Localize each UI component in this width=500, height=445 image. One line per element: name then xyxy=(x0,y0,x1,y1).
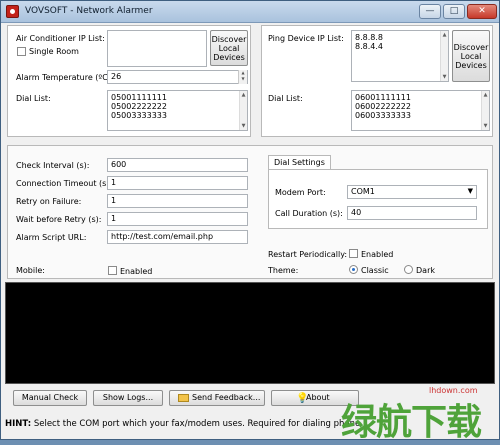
dial-list-label-right: Dial List: xyxy=(268,94,303,103)
list-item[interactable]: 8.8.4.4 xyxy=(355,42,445,51)
ping-ip-list-label: Ping Device IP List: xyxy=(268,34,344,43)
scroll-down-icon[interactable]: ▼ xyxy=(441,73,448,81)
app-window: VOVSOFT - Network Alarmer — □ ✕ Air Cond… xyxy=(0,0,500,443)
air-conditioner-panel: Air Conditioner IP List: Single Room Dis… xyxy=(7,25,251,137)
chevron-down-icon[interactable]: ▼ xyxy=(468,187,473,195)
connection-timeout-input[interactable]: 1 xyxy=(107,176,248,190)
list-item[interactable]: 06002222222 xyxy=(355,102,486,111)
scroll-down-icon[interactable]: ▼ xyxy=(240,122,247,130)
scroll-up-icon[interactable]: ▲ xyxy=(240,91,247,99)
scroll-up-icon[interactable]: ▲ xyxy=(441,31,448,39)
list-item[interactable]: 05003333333 xyxy=(111,111,244,120)
ac-ip-list[interactable] xyxy=(107,30,207,67)
dial-list-right[interactable]: 06001111111 06002222222 06003333333 ▲ ▼ xyxy=(351,90,490,131)
list-item[interactable]: 06003333333 xyxy=(355,111,486,120)
mobile-enabled-label: Enabled xyxy=(120,267,153,276)
theme-dark-label: Dark xyxy=(416,266,435,275)
ac-ip-list-label: Air Conditioner IP List: xyxy=(16,34,105,43)
scroll-up-icon[interactable]: ▲ xyxy=(482,91,489,99)
modem-port-label: Modem Port: xyxy=(275,188,326,197)
dial-list-right-scrollbar[interactable]: ▲ ▼ xyxy=(481,91,489,130)
about-label: About xyxy=(306,393,330,402)
wait-before-retry-label: Wait before Retry (s): xyxy=(16,215,102,224)
call-duration-input[interactable]: 40 xyxy=(347,206,477,220)
manual-check-button[interactable]: Manual Check xyxy=(13,390,87,406)
window-title: VOVSOFT - Network Alarmer xyxy=(25,6,153,16)
restart-enabled-label: Enabled xyxy=(361,250,394,259)
ping-device-panel: Ping Device IP List: 8.8.8.8 8.8.4.4 ▲ ▼… xyxy=(261,25,493,137)
check-interval-input[interactable]: 600 xyxy=(107,158,248,172)
connection-timeout-label: Connection Timeout (s): xyxy=(16,179,113,188)
app-icon xyxy=(6,5,19,18)
send-feedback-label: Send Feedback... xyxy=(192,393,261,402)
watermark-brand: 绿航下载 xyxy=(341,402,482,443)
retry-on-failure-input[interactable]: 1 xyxy=(107,194,248,208)
minimize-button[interactable]: — xyxy=(419,4,441,19)
wait-before-retry-input[interactable]: 1 xyxy=(107,212,248,226)
mobile-label: Mobile: xyxy=(16,266,45,275)
single-room-checkbox[interactable] xyxy=(17,47,26,56)
call-duration-label: Call Duration (s): xyxy=(275,209,343,218)
bulb-icon: 💡 xyxy=(296,393,309,404)
hint-prefix: HINT: xyxy=(5,419,32,429)
dial-list-label-left: Dial List: xyxy=(16,94,51,103)
list-item[interactable]: 05002222222 xyxy=(111,102,244,111)
list-item[interactable]: 8.8.8.8 xyxy=(355,33,445,42)
theme-classic-radio[interactable] xyxy=(349,265,358,274)
hint-message: Select the COM port which your fax/modem… xyxy=(33,419,361,429)
alarm-temperature-spinner[interactable]: ▲ ▼ xyxy=(238,70,247,84)
single-room-label: Single Room xyxy=(29,47,79,56)
retry-on-failure-label: Retry on Failure: xyxy=(16,197,82,206)
tab-dial-settings[interactable]: Dial Settings xyxy=(268,155,331,169)
close-button[interactable]: ✕ xyxy=(467,4,497,19)
restart-periodically-label: Restart Periodically: xyxy=(268,250,348,259)
envelope-icon xyxy=(178,394,189,402)
discover-devices-button-right[interactable]: Discover Local Devices xyxy=(452,30,490,82)
alarm-script-url-input[interactable]: http://test.com/email.php xyxy=(107,230,248,244)
scroll-down-icon[interactable]: ▼ xyxy=(482,122,489,130)
hint-text: HINT: Select the COM port which your fax… xyxy=(5,419,360,429)
send-feedback-button[interactable]: Send Feedback... xyxy=(169,390,265,406)
discover-devices-button-left[interactable]: Discover Local Devices xyxy=(210,30,248,66)
settings-panel: Check Interval (s): 600 Connection Timeo… xyxy=(7,145,493,279)
alarm-temperature-input[interactable]: 26 xyxy=(107,70,248,84)
dial-list-left[interactable]: 05001111111 05002222222 05003333333 ▲ ▼ xyxy=(107,90,248,131)
restart-enabled-checkbox[interactable] xyxy=(349,249,358,258)
modem-port-select[interactable]: COM1 ▼ xyxy=(347,185,477,199)
dial-settings-panel: Modem Port: COM1 ▼ Call Duration (s): 40 xyxy=(268,169,488,229)
ping-ip-list-scrollbar[interactable]: ▲ ▼ xyxy=(440,31,448,81)
theme-label: Theme: xyxy=(268,266,299,275)
title-bar: VOVSOFT - Network Alarmer — □ ✕ xyxy=(1,1,499,23)
theme-dark-radio[interactable] xyxy=(404,265,413,274)
maximize-button[interactable]: □ xyxy=(443,4,465,19)
check-interval-label: Check Interval (s): xyxy=(16,161,90,170)
ping-ip-list[interactable]: 8.8.8.8 8.8.4.4 ▲ ▼ xyxy=(351,30,449,82)
theme-classic-label: Classic xyxy=(361,266,389,275)
list-item[interactable]: 06001111111 xyxy=(355,93,486,102)
log-console[interactable] xyxy=(5,282,495,384)
list-item[interactable]: 05001111111 xyxy=(111,93,244,102)
dial-list-left-scrollbar[interactable]: ▲ ▼ xyxy=(239,91,247,130)
show-logs-button[interactable]: Show Logs... xyxy=(93,390,163,406)
alarm-script-url-label: Alarm Script URL: xyxy=(16,233,87,242)
modem-port-value: COM1 xyxy=(351,187,375,196)
alarm-temperature-label: Alarm Temperature (ºC): xyxy=(16,73,114,82)
mobile-enabled-checkbox[interactable] xyxy=(108,266,117,275)
